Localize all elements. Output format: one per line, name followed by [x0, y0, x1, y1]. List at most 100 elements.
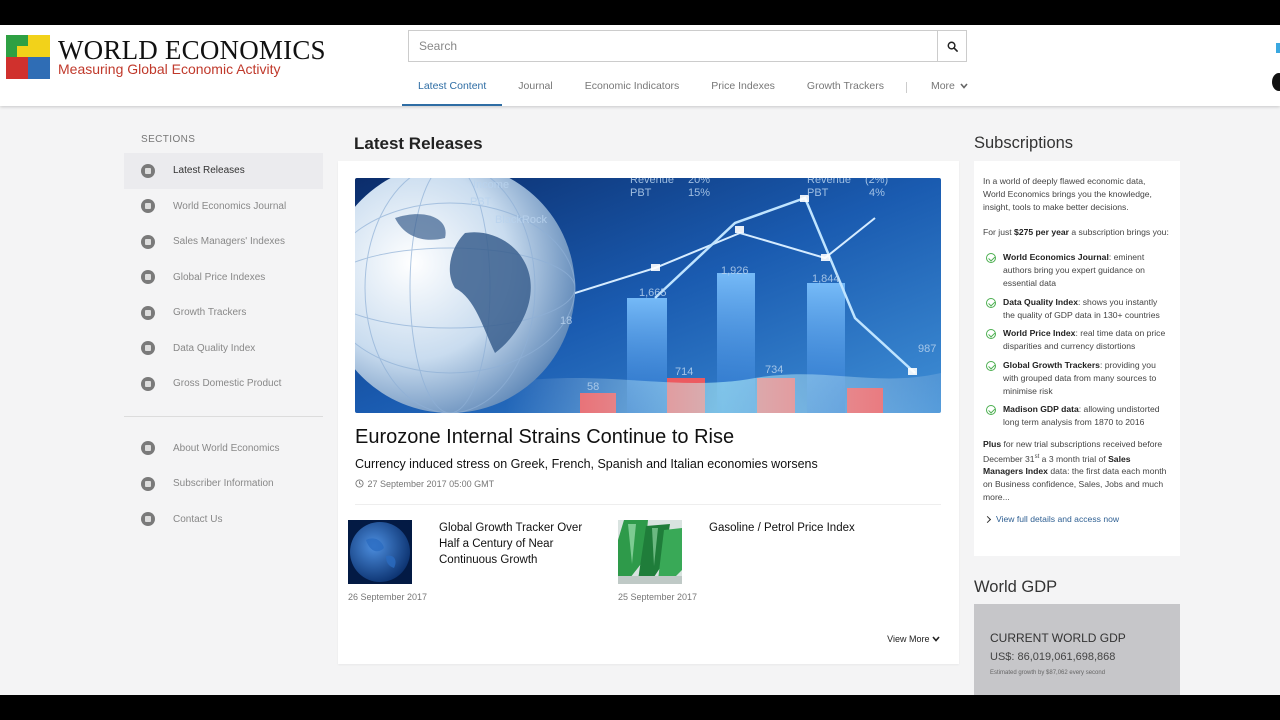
sidebar-item-gdp[interactable]: Gross Domestic Product [124, 366, 323, 402]
document-icon [141, 376, 155, 391]
check-circle-icon [986, 360, 996, 371]
quality-icon [141, 341, 155, 356]
hero-label-revenue-right: Revenue [807, 178, 851, 186]
page: WORLD ECONOMICS Measuring Global Economi… [0, 25, 1280, 695]
sidebar-item-label: Latest Releases [173, 165, 245, 177]
sidebar-item-contact[interactable]: Contact Us [124, 502, 323, 538]
card-divider [355, 504, 941, 505]
sidebar-item-growth-trackers[interactable]: Growth Trackers [124, 295, 323, 331]
subscriptions-title: Subscriptions [974, 134, 1074, 152]
hero-num-1926: 1,926 [721, 265, 749, 277]
search-button[interactable] [937, 31, 966, 61]
feature-item: Data Quality Index: shows you instantly … [983, 296, 1170, 322]
bar-chart-icon [141, 234, 155, 249]
check-circle-icon [986, 253, 996, 264]
sidebar-item-label: Subscriber Information [173, 478, 274, 490]
featured-headline[interactable]: Eurozone Internal Strains Continue to Ri… [355, 426, 734, 449]
search-input[interactable] [409, 31, 939, 61]
hero-illustration: Income PBT BlackRock Revenue PBT 20% 15%… [355, 178, 941, 413]
contact-icon [141, 512, 155, 527]
sidebar-item-label: Sales Managers' Indexes [173, 236, 285, 248]
hero-label-pbt-mid: PBT [630, 187, 652, 199]
sidebar-item-about[interactable]: About World Economics [124, 431, 323, 467]
site-logo[interactable]: WORLD ECONOMICS Measuring Global Economi… [6, 35, 336, 79]
sidebar-item-sales-managers[interactable]: Sales Managers' Indexes [124, 224, 323, 260]
sidebar-divider [124, 415, 323, 417]
article-date: 26 September 2017 [348, 592, 428, 602]
sidebar-item-data-quality[interactable]: Data Quality Index [124, 331, 323, 367]
nav-journal[interactable]: Journal [502, 73, 568, 106]
article-thumbnail[interactable] [348, 520, 412, 584]
sidebar-heading: SECTIONS [141, 134, 196, 145]
view-full-details-link[interactable]: View full details and access now [983, 513, 1170, 526]
trial-offer-text: Plus for new trial subscriptions receive… [983, 438, 1170, 504]
edge-button[interactable] [1272, 73, 1280, 91]
trend-icon [141, 305, 155, 320]
feature-item: Global Growth Trackers: providing you wi… [983, 359, 1170, 397]
hero-num-714: 714 [675, 366, 693, 378]
world-gdp-box: CURRENT WORLD GDP US$: 86,019,061,698,86… [974, 604, 1180, 695]
article-title[interactable]: Gasoline / Petrol Price Index [709, 521, 859, 537]
featured-article-image[interactable]: Income PBT BlackRock Revenue PBT 20% 15%… [355, 178, 941, 413]
check-circle-icon [986, 329, 996, 340]
feature-name: Data Quality Index [1003, 296, 1078, 307]
sidebar-item-label: Growth Trackers [173, 307, 247, 319]
featured-date: 27 September 2017 05:00 GMT [355, 479, 494, 489]
logo-tagline: Measuring Global Economic Activity [58, 61, 281, 77]
hero-num-58: 58 [587, 381, 599, 393]
chevron-down-icon [932, 636, 940, 642]
sidebar-item-label: Data Quality Index [173, 342, 256, 354]
sidebar-item-journal[interactable]: World Economics Journal [124, 189, 323, 225]
plus-lead: Plus [983, 438, 1002, 449]
sidebar-item-label: World Economics Journal [173, 200, 287, 212]
hero-value-right-top: (2%) [865, 178, 888, 186]
sidebar-item-latest-releases[interactable]: Latest Releases [124, 153, 323, 189]
feature-name: Global Growth Trackers [1003, 359, 1100, 370]
price-post: a subscription brings you: [1069, 226, 1169, 237]
subscriber-icon [141, 476, 155, 491]
clock-icon [355, 479, 364, 488]
subscriptions-intro: In a world of deeply flawed economic dat… [983, 176, 1152, 212]
feature-name: World Price Index [1003, 328, 1076, 339]
nav-economic-indicators[interactable]: Economic Indicators [569, 73, 696, 106]
article-title[interactable]: Global Growth Tracker Over Half a Centur… [439, 521, 589, 568]
world-gdp-value: US$: 86,019,061,698,868 [990, 651, 1116, 663]
feature-name: World Economics Journal [1003, 252, 1109, 263]
nav-latest-content[interactable]: Latest Content [402, 73, 503, 106]
nav-price-indexes[interactable]: Price Indexes [695, 73, 791, 106]
plus-text-b: a 3 month trial of [1039, 453, 1109, 464]
world-gdp-title: World GDP [974, 578, 1058, 596]
price-pre: For just [983, 226, 1015, 237]
world-gdp-label: CURRENT WORLD GDP [990, 631, 1126, 645]
hero-label-revenue-mid: Revenue [630, 178, 674, 186]
main-nav: Latest Content Journal Economic Indicato… [402, 73, 984, 106]
info-icon [141, 441, 155, 456]
view-more-link[interactable]: View More [887, 634, 940, 644]
sidebar-item-label: About World Economics [173, 442, 280, 454]
nav-more[interactable]: More [921, 73, 984, 106]
globe-thumbnail-icon [348, 520, 412, 584]
check-circle-icon [986, 297, 996, 308]
hero-num-1844: 1,844 [812, 273, 840, 285]
subscriptions-card: In a world of deeply flawed economic dat… [974, 161, 1180, 556]
hero-label-income: Income [473, 179, 509, 191]
hero-value-mid-bottom: 15% [688, 187, 710, 199]
article-card[interactable]: Gasoline / Petrol Price Index 25 Septemb… [618, 520, 878, 604]
featured-date-text: 27 September 2017 05:00 GMT [367, 479, 495, 489]
chevron-right-icon [983, 515, 992, 523]
view-more-label: View More [887, 634, 930, 644]
hero-num-18: 18 [560, 315, 572, 327]
sidebar-item-label: Contact Us [173, 513, 223, 525]
sections-sidebar: SECTIONS Latest Releases World Economics… [124, 134, 323, 537]
search-icon [947, 41, 958, 52]
logo-mark-icon [6, 35, 50, 79]
sidebar-item-subscriber-info[interactable]: Subscriber Information [124, 466, 323, 502]
feature-item: World Price Index: real time data on pri… [983, 327, 1170, 353]
check-circle-icon [986, 405, 996, 416]
nav-growth-trackers[interactable]: Growth Trackers [791, 73, 900, 106]
article-card[interactable]: Global Growth Tracker Over Half a Centur… [348, 520, 608, 604]
article-thumbnail[interactable] [618, 520, 682, 584]
latest-releases-title: Latest Releases [354, 134, 483, 153]
featured-subhead: Currency induced stress on Greek, French… [355, 457, 818, 471]
sidebar-item-price-indexes[interactable]: Global Price Indexes [124, 260, 323, 296]
